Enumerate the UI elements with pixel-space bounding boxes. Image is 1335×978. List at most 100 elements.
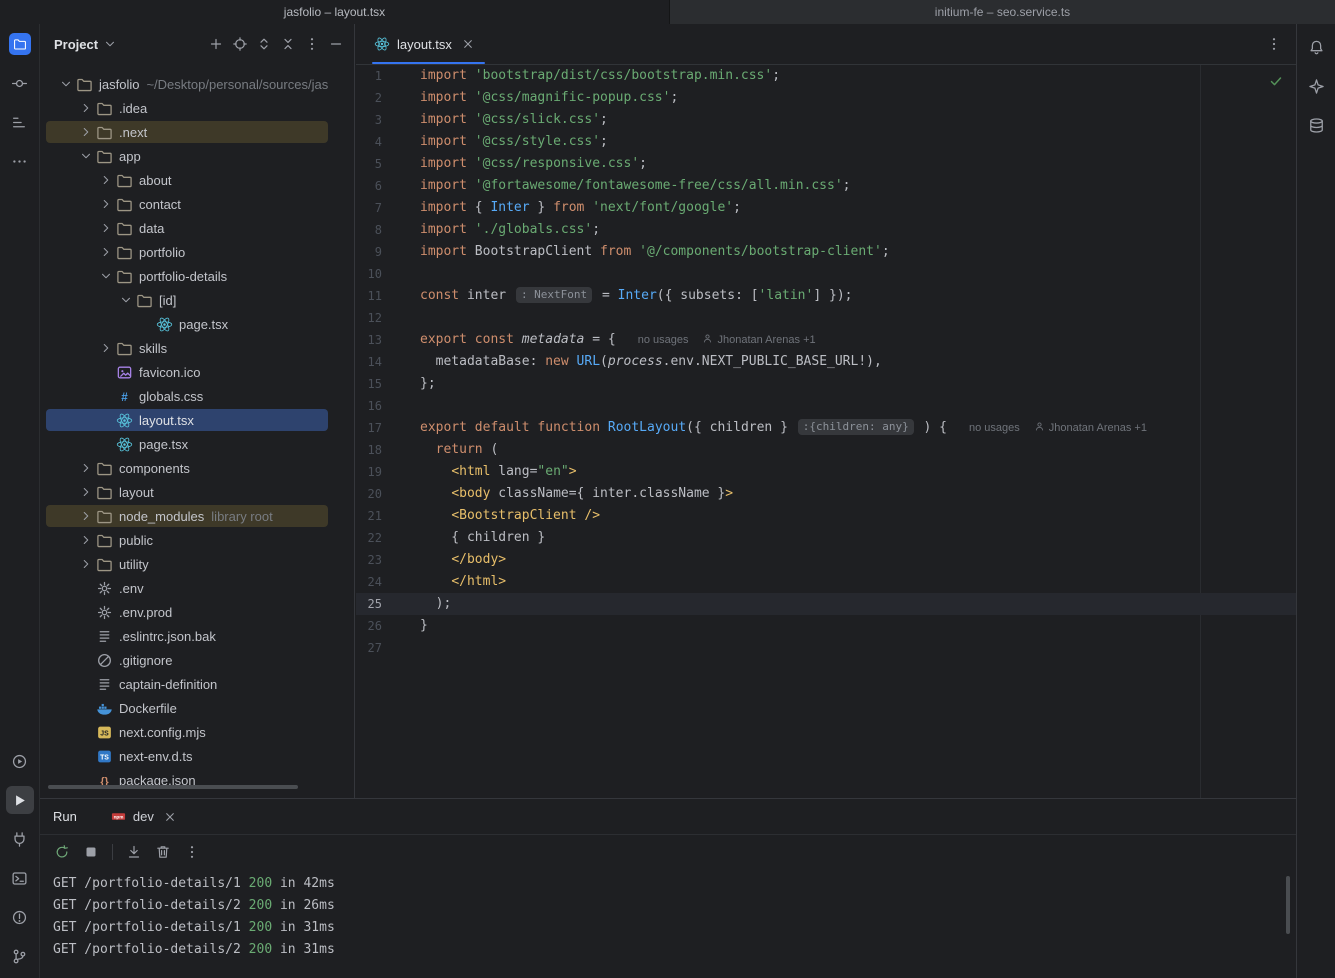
line-number[interactable]: 12: [356, 307, 382, 329]
project-tool-button[interactable]: [6, 30, 34, 58]
code-line-19[interactable]: 19 <html lang="en">: [356, 461, 1296, 483]
services-tool-button[interactable]: [6, 747, 34, 775]
tree-item-globals.css[interactable]: #globals.css: [40, 384, 354, 408]
stop-button[interactable]: [83, 844, 99, 860]
code-line-1[interactable]: 1import 'bootstrap/dist/css/bootstrap.mi…: [356, 65, 1296, 87]
tree-item-page.tsx[interactable]: page.tsx: [40, 312, 354, 336]
chevron-right-icon[interactable]: [76, 460, 96, 476]
code-line-17[interactable]: 17export default function RootLayout({ c…: [356, 417, 1296, 439]
line-number[interactable]: 17: [356, 417, 382, 439]
tree-item-.idea[interactable]: .idea: [40, 96, 354, 120]
console-output[interactable]: GET /portfolio-details/1 200 in 42msGET …: [40, 873, 1296, 978]
ai-assistant-tool-button[interactable]: [1302, 72, 1330, 100]
close-run-tab-icon[interactable]: [163, 810, 177, 824]
line-number[interactable]: 11: [356, 285, 382, 307]
line-number[interactable]: 20: [356, 483, 382, 505]
line-number[interactable]: 27: [356, 637, 382, 659]
chevron-right-icon[interactable]: [96, 244, 116, 260]
code-line-10[interactable]: 10: [356, 263, 1296, 285]
tree-item-about[interactable]: about: [40, 168, 354, 192]
tree-item-skills[interactable]: skills: [40, 336, 354, 360]
tree-item-data[interactable]: data: [40, 216, 354, 240]
tree-item-.env[interactable]: .env: [40, 576, 354, 600]
version-control-tool-button[interactable]: [6, 942, 34, 970]
structure-tool-button[interactable]: [6, 108, 34, 136]
expand-all-button[interactable]: [256, 36, 272, 52]
code-vision-author[interactable]: Jhonatan Arenas +1: [1034, 422, 1147, 434]
line-number[interactable]: 25: [356, 593, 382, 615]
line-number[interactable]: 15: [356, 373, 382, 395]
code-line-2[interactable]: 2import '@css/magnific-popup.css';: [356, 87, 1296, 109]
line-number[interactable]: 9: [356, 241, 382, 263]
line-number[interactable]: 13: [356, 329, 382, 351]
line-number[interactable]: 24: [356, 571, 382, 593]
clear-button[interactable]: [155, 844, 171, 860]
terminal-tool-button[interactable]: [6, 864, 34, 892]
rerun-button[interactable]: [54, 844, 70, 860]
commit-tool-button[interactable]: [6, 69, 34, 97]
chevron-right-icon[interactable]: [76, 508, 96, 524]
line-number[interactable]: 7: [356, 197, 382, 219]
database-tool-button[interactable]: [1302, 111, 1330, 139]
run-tab-dev[interactable]: npm dev: [103, 799, 185, 834]
locate-button[interactable]: [232, 36, 248, 52]
project-panel-title[interactable]: Project: [54, 37, 98, 52]
chevron-right-icon[interactable]: [96, 340, 116, 356]
line-number[interactable]: 23: [356, 549, 382, 571]
chevron-down-icon[interactable]: [116, 292, 136, 308]
console-scrollbar[interactable]: [1286, 876, 1290, 934]
window-tab-active[interactable]: jasfolio – layout.tsx: [0, 0, 670, 24]
line-number[interactable]: 6: [356, 175, 382, 197]
code-line-23[interactable]: 23 </body>: [356, 549, 1296, 571]
kebab-button[interactable]: [304, 36, 320, 52]
tree-item-layout[interactable]: layout: [40, 480, 354, 504]
line-number[interactable]: 1: [356, 65, 382, 87]
line-number[interactable]: 18: [356, 439, 382, 461]
code-line-24[interactable]: 24 </html>: [356, 571, 1296, 593]
code-line-13[interactable]: 13export const metadata = {no usagesJhon…: [356, 329, 1296, 351]
chevron-down-icon[interactable]: [96, 268, 116, 284]
tree-item-captain-definition[interactable]: captain-definition: [40, 672, 354, 696]
code-line-5[interactable]: 5import '@css/responsive.css';: [356, 153, 1296, 175]
tree-item-next.config.mjs[interactable]: JSnext.config.mjs: [40, 720, 354, 744]
tree-item-.env.prod[interactable]: .env.prod: [40, 600, 354, 624]
close-tab-icon[interactable]: [461, 37, 475, 51]
code-line-25[interactable]: 25 );: [356, 593, 1296, 615]
line-number[interactable]: 26: [356, 615, 382, 637]
code-line-7[interactable]: 7import { Inter } from 'next/font/google…: [356, 197, 1296, 219]
hide-button[interactable]: [328, 36, 344, 52]
notifications-tool-button[interactable]: [1302, 33, 1330, 61]
chevron-right-icon[interactable]: [76, 100, 96, 116]
code-line-16[interactable]: 16: [356, 395, 1296, 417]
tree-item-.next[interactable]: .next: [40, 120, 354, 144]
kebab-button[interactable]: [184, 844, 200, 860]
code-line-20[interactable]: 20 <body className={ inter.className }>: [356, 483, 1296, 505]
tree-item-contact[interactable]: contact: [40, 192, 354, 216]
chevron-down-icon[interactable]: [103, 37, 117, 51]
tree-item-layout.tsx[interactable]: layout.tsx: [40, 408, 354, 432]
line-number[interactable]: 22: [356, 527, 382, 549]
code-line-26[interactable]: 26}: [356, 615, 1296, 637]
code-vision-author[interactable]: Jhonatan Arenas +1: [702, 334, 815, 346]
chevron-right-icon[interactable]: [76, 124, 96, 140]
code-vision-usages[interactable]: no usages: [638, 334, 689, 346]
tree-item-[id][interactable]: [id]: [40, 288, 354, 312]
tree-item-public[interactable]: public: [40, 528, 354, 552]
editor-tab-layout-tsx[interactable]: layout.tsx: [372, 24, 485, 64]
add-button[interactable]: [208, 36, 224, 52]
chevron-down-icon[interactable]: [56, 76, 76, 92]
tree-item-app[interactable]: app: [40, 144, 354, 168]
code-line-12[interactable]: 12: [356, 307, 1296, 329]
chevron-down-icon[interactable]: [76, 148, 96, 164]
code-line-27[interactable]: 27: [356, 637, 1296, 659]
line-number[interactable]: 10: [356, 263, 382, 285]
tree-item-next-env.d.ts[interactable]: TSnext-env.d.ts: [40, 744, 354, 768]
code-line-6[interactable]: 6import '@fortawesome/fontawesome-free/c…: [356, 175, 1296, 197]
tree-item-portfolio-details[interactable]: portfolio-details: [40, 264, 354, 288]
plugins-tool-button[interactable]: [6, 825, 34, 853]
code-line-14[interactable]: 14 metadataBase: new URL(process.env.NEX…: [356, 351, 1296, 373]
tree-item-Dockerfile[interactable]: Dockerfile: [40, 696, 354, 720]
tree-item-portfolio[interactable]: portfolio: [40, 240, 354, 264]
tree-item-.gitignore[interactable]: .gitignore: [40, 648, 354, 672]
code-line-18[interactable]: 18 return (: [356, 439, 1296, 461]
